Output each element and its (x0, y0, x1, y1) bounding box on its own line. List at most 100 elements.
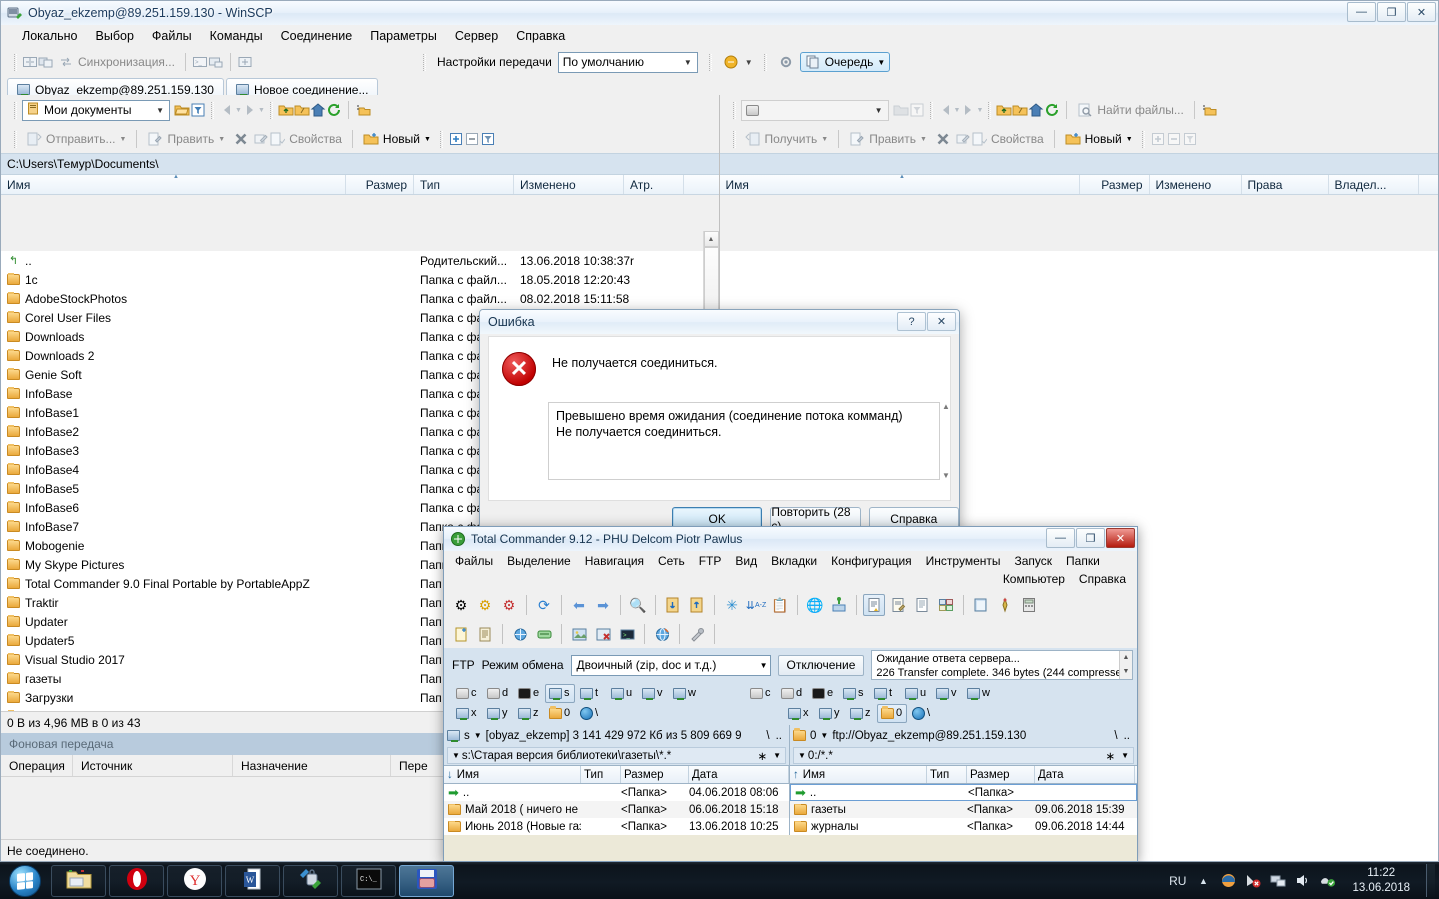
delete-icon[interactable] (233, 131, 249, 147)
disk-cleanup-icon[interactable] (533, 623, 555, 645)
paint-icon[interactable] (994, 594, 1016, 616)
back-icon[interactable]: ⬅ (568, 594, 590, 616)
clipboard-icon[interactable]: 📋 (769, 594, 791, 616)
new-session-icon[interactable] (208, 54, 224, 70)
menu-item-locally[interactable]: Локально (13, 26, 87, 46)
config-red-icon[interactable]: ⚙ (498, 594, 520, 616)
tc-menu-item-6[interactable]: Вкладки (764, 552, 824, 570)
refresh-icon[interactable]: ⟳ (533, 594, 555, 616)
tc-minimize-button[interactable]: — (1046, 528, 1075, 548)
queue-button[interactable]: Очередь ▼ (800, 52, 891, 72)
sync-browsing-icon[interactable] (38, 54, 54, 70)
winscp-close-button[interactable]: ✕ (1407, 2, 1436, 22)
error-scroll-up-icon[interactable]: ▲ (942, 402, 950, 411)
menu-item-select[interactable]: Выбор (87, 26, 143, 46)
taskbar-button-console[interactable]: C:\_ (341, 865, 396, 897)
drive-button-u[interactable]: u (607, 684, 637, 703)
menu-item-connection[interactable]: Соединение (272, 26, 362, 46)
edit-file-icon[interactable] (887, 594, 909, 616)
remote-select-group-icon[interactable] (1150, 131, 1166, 147)
tc-menu-item-0[interactable]: Файлы (448, 552, 500, 570)
remote-path-combo[interactable]: ▼ (741, 100, 889, 121)
chevron-down-icon[interactable]: ▼ (452, 751, 460, 760)
select-group-icon[interactable] (448, 131, 464, 147)
internet-explorer-icon[interactable]: 🌐 (804, 594, 826, 616)
taskbar-button-explorer[interactable] (51, 865, 106, 897)
chevron-down-icon[interactable]: ▼ (875, 106, 886, 115)
ftp-log[interactable]: Ожидание ответа сервера... 226 Transfer … (871, 650, 1133, 680)
tc-close-button[interactable]: ✕ (1106, 528, 1135, 548)
new-file-icon[interactable] (450, 623, 472, 645)
transfer-preset-icon[interactable] (723, 54, 739, 70)
sel-grip[interactable] (440, 131, 443, 148)
network-icon[interactable] (1270, 873, 1286, 889)
tc-menu-item-r2-0[interactable]: Компьютер (996, 570, 1072, 588)
remote-unselect-group-icon[interactable] (1166, 131, 1182, 147)
disconnect-button[interactable]: Отключение (778, 655, 865, 676)
volume-icon[interactable] (1295, 873, 1311, 889)
queue-col-operation[interactable]: Операция (1, 755, 73, 776)
list-item[interactable]: газеты<Папка>09.06.2018 15:39 (790, 801, 1137, 818)
remote-forward-dropdown-icon[interactable]: ▼ (976, 107, 983, 114)
menu-item-commands[interactable]: Команды (201, 26, 272, 46)
filter-icon[interactable] (190, 102, 206, 118)
table-row[interactable]: 1cПапка с файл...18.05.2018 12:20:43 (1, 270, 719, 289)
tc-menu-item-4[interactable]: FTP (692, 552, 729, 570)
tc-left-col-type[interactable]: Тип (581, 766, 621, 783)
tc-left-drive-letter[interactable]: s (464, 730, 470, 742)
tc-menu-item-7[interactable]: Конфигурация (824, 552, 919, 570)
drive-button-t[interactable]: t (576, 684, 606, 703)
open-folder-icon[interactable] (174, 102, 190, 118)
opera-tray-icon[interactable] (1220, 873, 1236, 889)
remote-column-header-size[interactable]: Размер (1080, 175, 1150, 194)
tc-menu-item-9[interactable]: Запуск (1008, 552, 1060, 570)
table-row[interactable]: ↰..Родительский...13.06.2018 10:38:37r (1, 251, 719, 270)
chevron-down-icon[interactable]: ▼ (798, 751, 806, 760)
nav-grip[interactable] (211, 102, 214, 119)
updater-icon[interactable] (1320, 873, 1336, 889)
tc-menu-item-1[interactable]: Выделение (500, 552, 578, 570)
open-terminal-icon[interactable]: >_ (192, 54, 208, 70)
transfer-preset-grip[interactable] (709, 54, 712, 71)
list-item[interactable]: Май 2018 ( ничего не кида..<Папка>06.06.… (444, 801, 789, 818)
back-dropdown-icon[interactable]: ▼ (235, 107, 242, 114)
network-error-icon[interactable] (1245, 873, 1261, 889)
tc-menu-item-3[interactable]: Сеть (651, 552, 692, 570)
remote-delete-icon[interactable] (935, 131, 951, 147)
toolbar-grip[interactable] (14, 54, 17, 71)
synchronize-button[interactable]: Синхронизация... (54, 52, 179, 72)
tc-right-col-date[interactable]: Дата (1035, 766, 1135, 783)
tc-right-up-button[interactable]: .. (1124, 730, 1134, 742)
column-header-attr[interactable]: Атр. (624, 175, 684, 194)
tc-menu-item-5[interactable]: Вид (728, 552, 764, 570)
upload-button[interactable]: Отправить... ▼ (22, 129, 130, 149)
edit-button[interactable]: Править ▼ (143, 129, 229, 149)
queue-col-source[interactable]: Источник (73, 755, 233, 776)
properties-button[interactable]: Свойства (285, 130, 346, 148)
root-directory-icon[interactable] (294, 102, 310, 118)
properties-icon-small[interactable] (269, 131, 285, 147)
remote-back-icon[interactable] (938, 102, 954, 118)
drive-button-v[interactable]: v (932, 684, 962, 703)
drive-button-s[interactable]: s (545, 684, 575, 703)
drive-button-\[interactable]: \ (576, 704, 606, 723)
chevron-down-icon[interactable]: ▼ (156, 106, 167, 115)
remove-image-icon[interactable] (592, 623, 614, 645)
drive-button-c[interactable]: c (746, 684, 776, 703)
drive-button-0[interactable]: 0 (877, 704, 907, 723)
winscp-minimize-button[interactable]: — (1347, 2, 1376, 22)
back-icon[interactable] (219, 102, 235, 118)
remote-open-folder-icon[interactable] (893, 102, 909, 118)
ftp-log-scroll-down-icon[interactable]: ▼ (1123, 665, 1130, 679)
queue-col-target[interactable]: Назначение (233, 755, 391, 776)
list-item[interactable]: ➡..<Папка> (790, 784, 1137, 801)
menu-item-files[interactable]: Файлы (143, 26, 201, 46)
drive-button-u[interactable]: u (901, 684, 931, 703)
error-details-scrollbar[interactable]: ▲ ▼ (938, 402, 954, 480)
network-globe-icon[interactable] (651, 623, 673, 645)
forward-icon[interactable] (242, 102, 258, 118)
error-details[interactable]: Превышено время ожидания (соединение пот… (548, 402, 940, 480)
tc-right-root-button[interactable]: \ (1114, 730, 1119, 742)
remote-refresh-icon[interactable] (1044, 102, 1060, 118)
transfer-settings-combo[interactable]: По умолчанию ▼ (558, 52, 698, 73)
